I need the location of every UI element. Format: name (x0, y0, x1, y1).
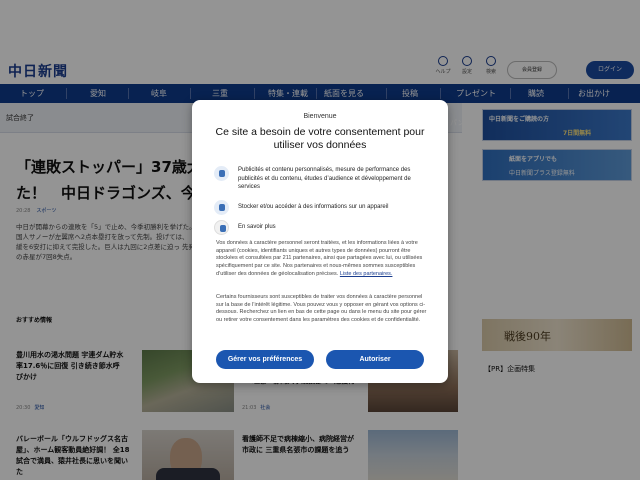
consent-title: Ce site a besoin de votre consentement p… (215, 126, 425, 151)
consent-paragraph-2: Certains fournisseurs sont susceptibles … (216, 294, 427, 324)
chevron-down-icon (214, 220, 229, 235)
consent-dialog: Bienvenue Ce site a besoin de votre cons… (192, 100, 448, 383)
user-icon (214, 166, 229, 181)
consent-paragraph-1: Vos données à caractère personnel seront… (216, 240, 423, 277)
consent-welcome: Bienvenue (303, 113, 337, 120)
partners-link[interactable]: Liste des partenaires. (340, 271, 393, 277)
device-icon (214, 200, 229, 215)
accept-button[interactable]: Autoriser (326, 350, 424, 369)
manage-preferences-button[interactable]: Gérer vos préférences (216, 350, 314, 369)
